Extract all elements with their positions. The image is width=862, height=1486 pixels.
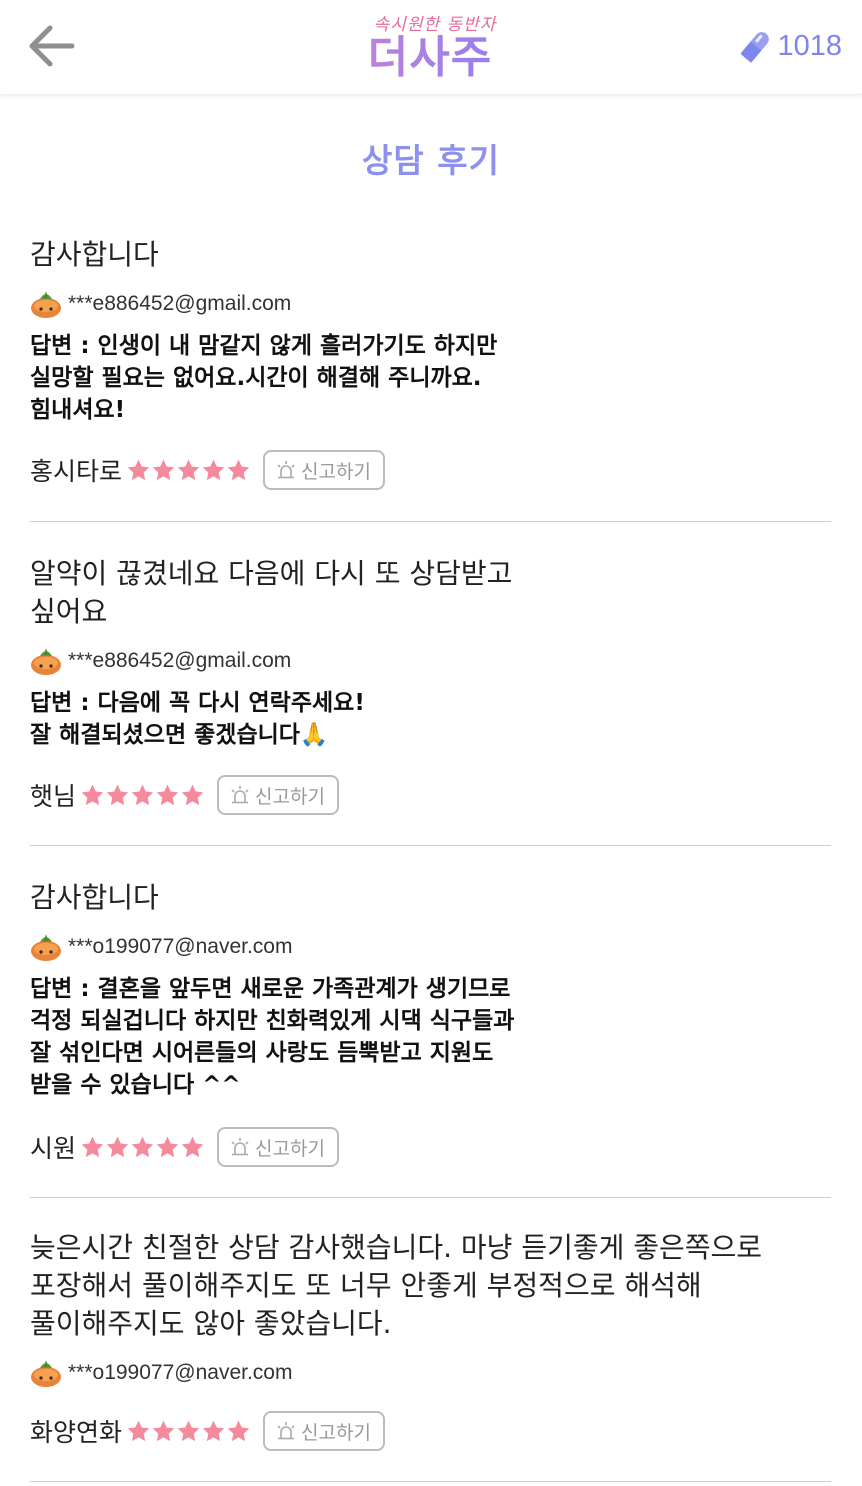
star-icon <box>131 784 154 805</box>
report-label: 신고하기 <box>301 460 371 483</box>
review-author: ***o199077@naver.com <box>30 1357 831 1389</box>
review-footer: 시원 신고하기 <box>30 1127 339 1167</box>
review-item: 알약이 끊겼네요 다음에 다시 또 상담받고 싶어요 ***e886452@gm… <box>30 555 831 846</box>
review-title: 감사합니다 <box>30 881 159 914</box>
coin-count: 1018 <box>777 29 842 62</box>
review-email: ***e886452@gmail.com <box>68 292 292 315</box>
report-button[interactable]: 신고하기 <box>263 450 385 490</box>
star-icon <box>181 784 204 805</box>
app-header: 속시원한 동반자 더사주 1018 <box>0 0 862 95</box>
back-button[interactable] <box>26 22 78 70</box>
avatar-icon <box>31 934 61 961</box>
star-icon <box>127 459 150 480</box>
coin-balance[interactable]: 1018 <box>741 28 842 64</box>
arrow-left-icon <box>29 25 75 67</box>
review-author: ***e886452@gmail.com <box>30 288 831 320</box>
review-title: 감사합니다 <box>30 238 159 271</box>
review-email: ***o199077@naver.com <box>68 935 293 958</box>
report-button[interactable]: 신고하기 <box>263 1411 385 1451</box>
review-email: ***o199077@naver.com <box>68 1361 293 1384</box>
star-icon <box>156 1136 179 1157</box>
review-title: 알약이 끊겼네요 다음에 다시 또 상담받고 싶어요 <box>30 557 513 628</box>
avatar-icon <box>31 648 61 675</box>
star-icon <box>177 459 200 480</box>
siren-icon <box>231 1138 249 1156</box>
star-icon <box>127 1420 150 1441</box>
review-footer: 화양연화 신고하기 <box>30 1411 385 1451</box>
star-icon <box>106 784 129 805</box>
review-author: ***o199077@naver.com <box>30 931 831 963</box>
review-item: 늦은시간 친절한 상담 감사했습니다. 마냥 듣기좋게 좋은쪽으로 포장해서 풀… <box>30 1229 831 1482</box>
star-icon <box>156 784 179 805</box>
review-item: 감사합니다 ***o199077@naver.com 답변 : 결혼을 앞두면 … <box>30 879 831 1198</box>
avatar-icon <box>31 1360 61 1387</box>
star-rating <box>126 458 251 483</box>
page-title: 상담 후기 <box>362 141 500 180</box>
logo-name: 더사주 <box>320 35 540 81</box>
review-email: ***e886452@gmail.com <box>68 649 292 672</box>
review-answer: 답변 : 결혼을 앞두면 새로운 가족관계가 생기므로 걱정 되실겁니다 하지만… <box>30 976 515 1098</box>
app-logo[interactable]: 속시원한 동반자 더사주 <box>320 4 540 90</box>
star-icon <box>106 1136 129 1157</box>
review-footer: 홍시타로 신고하기 <box>30 450 385 490</box>
star-icon <box>152 459 175 480</box>
star-icon <box>152 1420 175 1441</box>
star-icon <box>131 1136 154 1157</box>
counselor-name: 햇님 <box>30 782 77 811</box>
star-icon <box>81 1136 104 1157</box>
report-label: 신고하기 <box>255 785 325 808</box>
review-footer: 햇님 신고하기 <box>30 775 339 815</box>
report-label: 신고하기 <box>255 1137 325 1160</box>
report-button[interactable]: 신고하기 <box>217 775 339 815</box>
review-answer: 답변 : 인생이 내 맘같지 않게 흘러가기도 하지만 실망할 필요는 없어요.… <box>30 333 498 423</box>
avatar-icon <box>31 291 61 318</box>
star-icon <box>227 459 250 480</box>
report-button[interactable]: 신고하기 <box>217 1127 339 1167</box>
counselor-name: 시원 <box>30 1134 77 1163</box>
star-icon <box>181 1136 204 1157</box>
review-item: 감사합니다 ***e886452@gmail.com 답변 : 인생이 내 맘같… <box>30 236 831 522</box>
siren-icon <box>277 1422 295 1440</box>
report-label: 신고하기 <box>301 1421 371 1444</box>
star-rating <box>80 783 205 808</box>
star-icon <box>202 459 225 480</box>
siren-icon <box>277 461 295 479</box>
star-rating <box>126 1419 251 1444</box>
pill-icon <box>741 32 770 63</box>
star-icon <box>227 1420 250 1441</box>
counselor-name: 홍시타로 <box>30 457 123 486</box>
siren-icon <box>231 786 249 804</box>
review-title: 늦은시간 친절한 상담 감사했습니다. 마냥 듣기좋게 좋은쪽으로 포장해서 풀… <box>30 1231 763 1340</box>
review-answer: 답변 : 다음에 꼭 다시 연락주세요! 잘 해결되셨으면 좋겠습니다🙏 <box>30 690 365 748</box>
star-icon <box>81 784 104 805</box>
star-icon <box>202 1420 225 1441</box>
star-icon <box>177 1420 200 1441</box>
review-author: ***e886452@gmail.com <box>30 645 831 677</box>
star-rating <box>80 1135 205 1160</box>
counselor-name: 화양연화 <box>30 1418 123 1447</box>
